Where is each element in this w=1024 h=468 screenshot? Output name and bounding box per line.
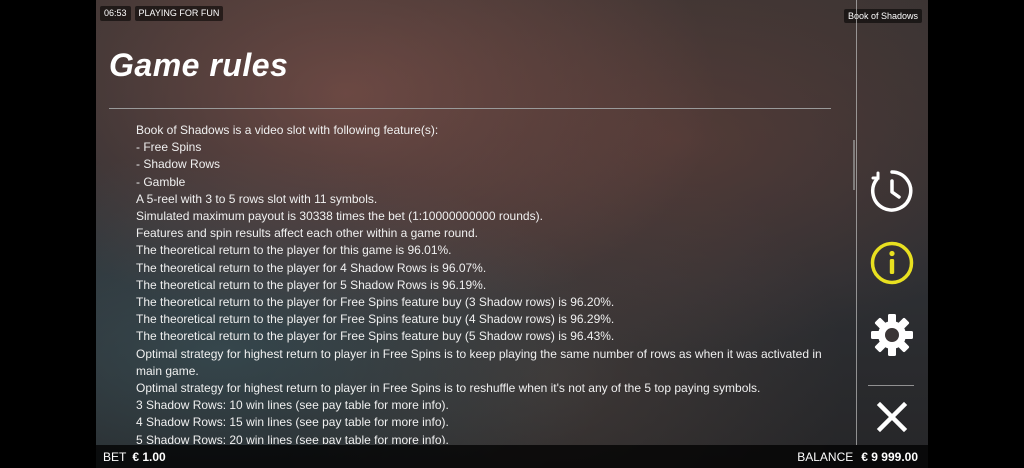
rule-item: Simulated maximum payout is 30338 times … bbox=[136, 208, 848, 225]
rule-subitem: - Gamble bbox=[136, 174, 186, 189]
history-clock-icon bbox=[871, 170, 913, 212]
side-panel-separator bbox=[868, 385, 914, 386]
bet-value: € 1.00 bbox=[132, 450, 166, 464]
balance-display: BALANCE € 9 999.00 bbox=[797, 450, 918, 464]
settings-button[interactable] bbox=[864, 307, 920, 363]
rule-item: The theoretical return to the player for… bbox=[136, 277, 848, 294]
rule-item: 3 Shadow Rows: 10 win lines (see pay tab… bbox=[136, 397, 848, 414]
rule-item: Optimal strategy for highest return to p… bbox=[136, 380, 848, 397]
balance-label: BALANCE bbox=[797, 450, 854, 464]
rule-item: A 5-reel with 3 to 5 rows slot with 11 s… bbox=[136, 191, 848, 208]
scrollbar-thumb[interactable] bbox=[853, 140, 855, 190]
bet-label: BET bbox=[103, 450, 127, 464]
rule-item: 4 Shadow Rows: 15 win lines (see pay tab… bbox=[136, 414, 848, 431]
rule-item: The theoretical return to the player for… bbox=[136, 311, 848, 328]
title-divider bbox=[109, 108, 831, 109]
bottom-bar: BET € 1.00 BALANCE € 9 999.00 bbox=[96, 445, 928, 468]
rule-item: Optimal strategy for highest return to p… bbox=[136, 346, 848, 380]
rule-item: The theoretical return to the player for… bbox=[136, 294, 848, 311]
status-bar: 06:53 PLAYING FOR FUN bbox=[100, 6, 224, 21]
rule-item: Book of Shadows is a video slot with fol… bbox=[136, 122, 848, 139]
rule-item: The theoretical return to the player for… bbox=[136, 328, 848, 345]
rules-list: Book of Shadows is a video slot with fol… bbox=[136, 122, 848, 444]
rule-item: 5 Shadow Rows: 20 win lines (see pay tab… bbox=[136, 432, 848, 444]
history-button[interactable] bbox=[864, 163, 920, 219]
info-icon bbox=[870, 241, 914, 285]
info-button[interactable] bbox=[864, 235, 920, 291]
rules-list-scroll[interactable]: Book of Shadows is a video slot with fol… bbox=[136, 122, 848, 444]
side-panel-divider bbox=[856, 0, 857, 445]
page-title: Game rules bbox=[109, 47, 289, 83]
game-rules-screen: 06:53 PLAYING FOR FUN Book of Shadows Ga… bbox=[96, 0, 928, 468]
rule-subitem: - Shadow Rows bbox=[136, 157, 221, 172]
bet-display: BET € 1.00 bbox=[103, 450, 166, 464]
rule-subitem: - Free Spins bbox=[136, 140, 202, 155]
rule-item: The theoretical return to the player for… bbox=[136, 260, 848, 277]
rule-item: The theoretical return to the player for… bbox=[136, 242, 848, 259]
balance-value: € 9 999.00 bbox=[861, 450, 918, 464]
gear-icon bbox=[871, 314, 913, 356]
rule-item: Features and spin results affect each ot… bbox=[136, 225, 848, 242]
play-mode-badge: PLAYING FOR FUN bbox=[134, 6, 224, 21]
close-icon bbox=[876, 401, 908, 433]
clock: 06:53 bbox=[100, 6, 131, 21]
close-button[interactable] bbox=[864, 389, 920, 445]
